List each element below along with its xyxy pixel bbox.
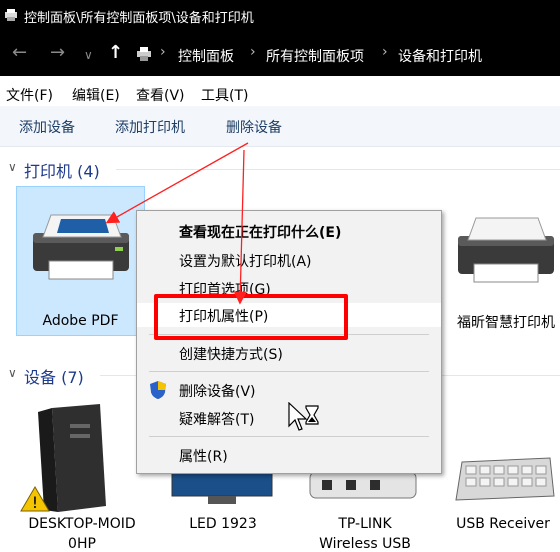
busy-cursor-icon: [288, 402, 319, 431]
recent-chevron-down-icon[interactable]: ∨: [84, 46, 93, 64]
control-panel-icon: [5, 9, 17, 21]
group-title-devices: 设备 (7): [24, 368, 84, 387]
collapse-chevron-icon[interactable]: ∨: [8, 366, 17, 380]
title-bar: 控制面板\所有控制面板项\设备和打印机: [0, 0, 560, 32]
command-bar: 添加设备 添加打印机 删除设备: [0, 106, 560, 147]
device-label: LED 1923: [189, 516, 257, 532]
add-printer-button[interactable]: 添加打印机: [115, 117, 185, 137]
device-label: TP-LINK: [338, 516, 392, 532]
address-bar[interactable]: › 控制面板 › 所有控制面板项 › 设备和打印机: [128, 38, 560, 70]
menu-view[interactable]: 查看(V): [136, 85, 185, 105]
device-label: DESKTOP-MOID: [28, 516, 136, 532]
printer-icon: [458, 217, 554, 283]
add-device-button[interactable]: 添加设备: [19, 117, 75, 137]
menu-item-create-shortcut[interactable]: 创建快捷方式(S): [137, 341, 441, 365]
context-menu: 查看现在正在打印什么(E) 设置为默认打印机(A) 打印首选项(G) 打印机属性…: [136, 210, 442, 474]
menu-item-properties[interactable]: 属性(R): [137, 443, 441, 467]
printer-label: Adobe PDF: [42, 313, 119, 329]
menu-separator: [149, 436, 429, 437]
address-row: ← → ∨ ↑ › 控制面板 › 所有控制面板项 › 设备和打印机: [0, 32, 560, 76]
window-title: 控制面板\所有控制面板项\设备和打印机: [24, 11, 254, 26]
breadcrumb-devices-printers[interactable]: 设备和打印机: [398, 46, 482, 66]
control-panel-icon: [137, 47, 151, 61]
group-title-printers: 打印机 (4): [24, 162, 100, 181]
device-label-line2: Wireless USB: [319, 536, 411, 552]
menu-bar: 文件(F) 编辑(E) 查看(V) 工具(T): [0, 80, 560, 106]
svg-text:!: !: [32, 493, 38, 512]
breadcrumb-all-items[interactable]: 所有控制面板项: [266, 46, 364, 66]
shield-icon: [150, 381, 166, 399]
device-label: USB Receiver: [456, 516, 550, 532]
group-header-printers[interactable]: ∨ 打印机 (4): [0, 156, 560, 182]
group-divider: [116, 169, 560, 170]
warning-icon: !: [20, 486, 50, 512]
device-desktop[interactable]: ! DESKTOP-MOID 0HP: [14, 396, 150, 552]
forward-arrow-icon[interactable]: →: [50, 44, 65, 62]
collapse-chevron-icon[interactable]: ∨: [8, 160, 17, 174]
annotation-highlight-box: [154, 294, 348, 340]
breadcrumb-separator-icon[interactable]: ›: [382, 44, 388, 60]
menu-item-remove-device[interactable]: 删除设备(V): [137, 378, 441, 402]
printer-foxit[interactable]: 福昕智慧打印机: [446, 186, 560, 336]
printer-label: 福昕智慧打印机: [457, 315, 555, 331]
back-arrow-icon[interactable]: ←: [12, 44, 27, 62]
menu-item-set-default[interactable]: 设置为默认打印机(A): [137, 248, 441, 272]
device-label-line2: 0HP: [68, 536, 96, 552]
printer-icon: [33, 214, 129, 280]
printer-adobe-pdf[interactable]: Adobe PDF: [16, 186, 145, 336]
menu-tools[interactable]: 工具(T): [201, 85, 248, 105]
up-arrow-icon[interactable]: ↑: [108, 44, 123, 62]
keyboard-icon: [455, 457, 555, 501]
menu-separator: [149, 371, 429, 372]
menu-item-see-printing[interactable]: 查看现在正在打印什么(E): [137, 219, 441, 243]
remove-device-button[interactable]: 删除设备: [226, 117, 282, 137]
device-usb-receiver[interactable]: USB Receiver: [446, 396, 560, 543]
breadcrumb-control-panel[interactable]: 控制面板: [178, 46, 234, 66]
breadcrumb-separator-icon[interactable]: ›: [250, 44, 256, 60]
menu-file[interactable]: 文件(F): [6, 85, 53, 105]
breadcrumb-separator-icon: ›: [160, 44, 166, 60]
menu-edit[interactable]: 编辑(E): [72, 85, 120, 105]
